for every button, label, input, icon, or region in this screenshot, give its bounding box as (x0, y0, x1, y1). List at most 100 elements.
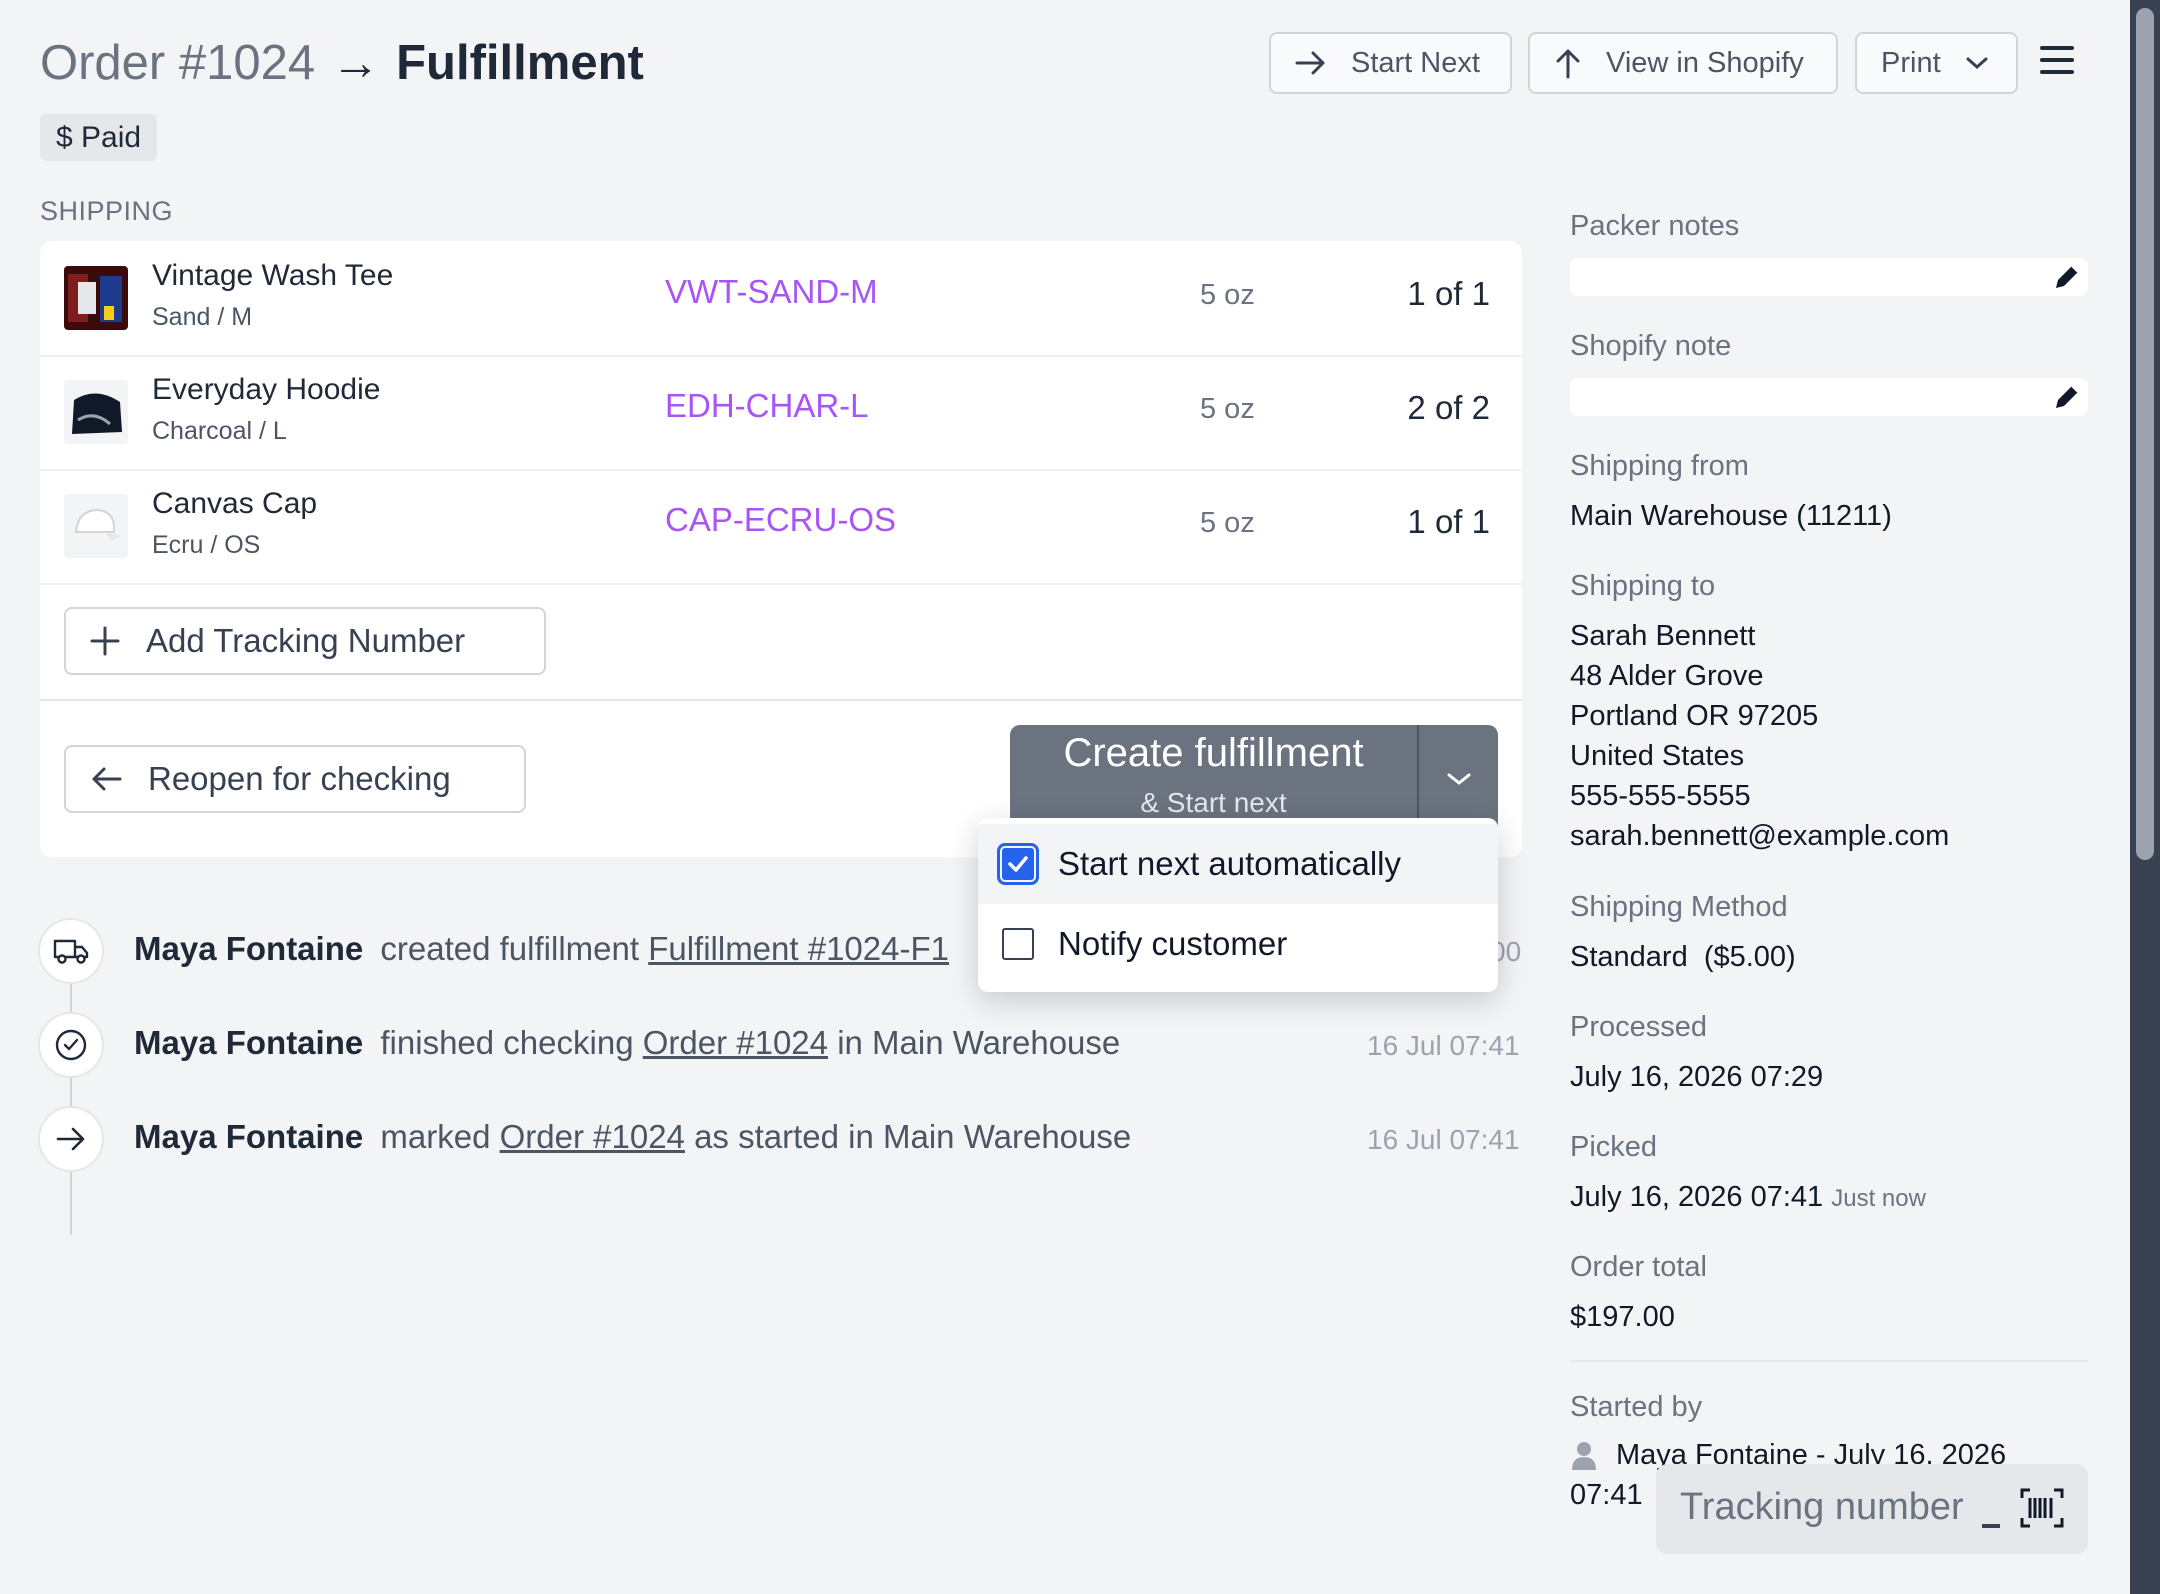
shipping-from-value: Main Warehouse (11211) (1570, 500, 1892, 532)
picked-date: July 16, 2026 07:41 (1570, 1181, 1824, 1213)
timeline-event: Maya Fontaine finished checking Order #1… (134, 1024, 1120, 1062)
arrow-up-icon (1556, 49, 1580, 79)
packer-notes-field[interactable] (1570, 258, 2088, 296)
pencil-icon[interactable] (2050, 260, 2084, 294)
shipping-to-label: Shipping to (1570, 570, 1716, 602)
event-link[interactable]: Fulfillment #1024-F1 (648, 930, 949, 967)
start-next-button[interactable]: Start Next (1269, 32, 1512, 94)
section-label: SHIPPING (40, 196, 174, 226)
shipping-to-city: Portland OR 97205 (1570, 700, 1819, 732)
product-weight: 5 oz (1200, 279, 1255, 311)
plus-icon (90, 626, 120, 656)
product-thumbnail (64, 494, 128, 558)
barcode-scan-icon[interactable] (2020, 1488, 2064, 1528)
product-name: Vintage Wash Tee (152, 259, 394, 292)
product-weight: 5 oz (1200, 507, 1255, 539)
event-text: finished checking (380, 1024, 634, 1061)
product-name: Canvas Cap (152, 487, 318, 520)
notify-customer-checkbox[interactable] (1002, 928, 1034, 960)
chevron-down-icon (1447, 773, 1470, 785)
breadcrumb-current: Fulfillment (396, 36, 644, 90)
event-user: Maya Fontaine (134, 930, 364, 967)
add-tracking-number-button[interactable]: Add Tracking Number (64, 607, 546, 675)
product-name: Everyday Hoodie (152, 373, 381, 406)
picked-relative: Just now (1831, 1185, 1926, 1212)
reopen-for-checking-button[interactable]: Reopen for checking (64, 745, 526, 813)
event-link[interactable]: Order #1024 (643, 1024, 828, 1061)
scrollbar[interactable] (2130, 0, 2160, 1594)
shopify-note-field[interactable] (1570, 378, 2088, 416)
shopify-note-label: Shopify note (1570, 330, 1732, 362)
shipping-method-label: Shipping Method (1570, 891, 1788, 923)
packer-notes-label: Packer notes (1570, 210, 1740, 242)
product-sku-link[interactable]: CAP-ECRU-OS (665, 501, 896, 539)
add-tracking-label: Add Tracking Number (146, 622, 466, 659)
arrow-left-icon (92, 767, 122, 791)
product-variant: Charcoal / L (152, 417, 287, 445)
chevron-down-icon (1966, 57, 1988, 70)
product-weight: 5 oz (1200, 393, 1255, 425)
started-by-label: Started by (1570, 1391, 1703, 1423)
shipping-to-street: 48 Alder Grove (1570, 660, 1764, 692)
event-link[interactable]: Order #1024 (500, 1118, 685, 1155)
event-user: Maya Fontaine (134, 1024, 364, 1061)
divider (1570, 1360, 2088, 1362)
shipping-to-phone: 555-555-5555 (1570, 780, 1751, 812)
breadcrumb-arrow: → (331, 36, 381, 90)
table-row[interactable]: Everyday Hoodie Charcoal / L EDH-CHAR-L … (40, 355, 1522, 471)
start-next-option-label: Start next automatically (1058, 845, 1401, 882)
check-circle-icon (38, 1012, 104, 1078)
event-time: 16 Jul 07:41 (1367, 1124, 1520, 1155)
create-fulfillment-label: Create fulfillment (1063, 731, 1364, 775)
shipping-to-country: United States (1570, 740, 1745, 772)
divider (40, 699, 1522, 701)
timeline-line (70, 950, 72, 1235)
product-sku-link[interactable]: VWT-SAND-M (665, 273, 878, 311)
notify-customer-option-label: Notify customer (1058, 925, 1288, 962)
table-row[interactable]: Vintage Wash Tee Sand / M VWT-SAND-M 5 o… (40, 241, 1522, 357)
processed-value: July 16, 2026 07:29 (1570, 1061, 1824, 1093)
status-badge: $ Paid (40, 114, 158, 161)
menu-item-notify-customer[interactable]: Notify customer (978, 904, 1498, 984)
print-label: Print (1881, 46, 1941, 79)
create-fulfillment-button[interactable]: Create fulfillment & Start next (1010, 725, 1498, 833)
view-in-shopify-button[interactable]: View in Shopify (1528, 32, 1838, 94)
shipping-method-value: Standard ($5.00) (1570, 941, 1796, 973)
picked-value: July 16, 2026 07:41 Just now (1570, 1177, 1926, 1219)
start-next-checkbox[interactable] (997, 843, 1039, 885)
pencil-icon[interactable] (2050, 380, 2084, 414)
product-variant: Ecru / OS (152, 531, 261, 559)
started-by-time: 07:41 (1570, 1479, 1643, 1511)
event-text: created fulfillment (380, 930, 640, 967)
processed-label: Processed (1570, 1011, 1708, 1043)
tracking-number-input[interactable]: Tracking number (1656, 1464, 2088, 1554)
shipping-to-name: Sarah Bennett (1570, 620, 1756, 652)
product-quantity: 2 of 2 (1407, 389, 1490, 426)
arrow-right-icon (1295, 51, 1325, 75)
shipping-to-email: sarah.bennett@example.com (1570, 820, 1950, 852)
timeline-event: Maya Fontaine created fulfillment Fulfil… (134, 930, 949, 968)
menu-item-start-next[interactable]: Start next automatically (978, 824, 1498, 904)
breadcrumb-order[interactable]: Order #1024 (40, 36, 315, 90)
print-dropdown-button[interactable]: Print (1855, 32, 2018, 94)
product-sku-link[interactable]: EDH-CHAR-L (665, 387, 869, 425)
create-fulfillment-sublabel: & Start next (1140, 787, 1287, 818)
table-row[interactable]: Canvas Cap Ecru / OS CAP-ECRU-OS 5 oz 1 … (40, 469, 1522, 585)
scrollbar-thumb[interactable] (2136, 8, 2154, 860)
create-options-toggle[interactable] (1419, 725, 1498, 833)
start-next-label: Start Next (1351, 46, 1480, 79)
arrow-right-icon (38, 1106, 104, 1172)
text-cursor (1982, 1524, 2000, 1528)
hamburger-menu-icon[interactable] (2040, 46, 2074, 78)
reopen-label: Reopen for checking (148, 760, 451, 797)
checkmark-icon (1008, 856, 1028, 872)
order-total-value: $197.00 (1570, 1301, 1675, 1333)
page-title: Order #1024 → Fulfillment (40, 30, 644, 96)
event-user: Maya Fontaine (134, 1118, 364, 1155)
timeline-event: Maya Fontaine marked Order #1024 as star… (134, 1118, 1131, 1156)
product-quantity: 1 of 1 (1407, 503, 1490, 540)
truck-icon (38, 918, 104, 984)
product-variant: Sand / M (152, 303, 253, 331)
user-icon (1572, 1442, 1596, 1470)
event-time: 16 Jul 07:41 (1367, 1030, 1520, 1061)
